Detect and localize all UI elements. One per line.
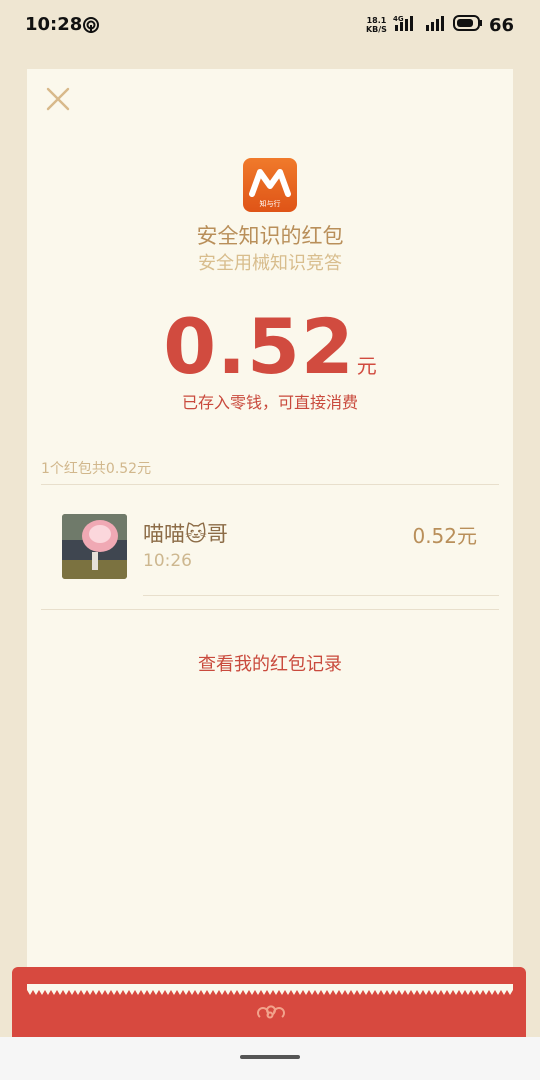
signal-icon-2	[425, 14, 447, 36]
signal-icon: 4G	[393, 14, 419, 36]
packet-summary: 1个红包共0.52元	[41, 461, 152, 477]
view-history-link[interactable]: 查看我的红包记录	[0, 650, 540, 676]
amount-display: 0.52 元	[0, 302, 540, 391]
record-time: 10:26	[143, 551, 192, 571]
avatar[interactable]	[62, 514, 127, 579]
record-name: 喵喵🐱哥	[143, 522, 228, 546]
network-speed: 18.1 KB/S	[365, 16, 387, 34]
amount-unit: 元	[356, 354, 377, 378]
amount-value: 0.52	[163, 302, 355, 391]
record-amount: 0.52元	[412, 524, 477, 548]
hotspot-icon	[82, 16, 100, 38]
close-button[interactable]	[45, 86, 71, 112]
battery-level: 66	[488, 14, 514, 36]
deposit-note: 已存入零钱，可直接消费	[181, 393, 358, 412]
battery-icon	[452, 14, 483, 36]
divider	[41, 484, 499, 485]
cloud-emblem-icon	[254, 1003, 286, 1027]
divider	[41, 609, 499, 610]
home-indicator[interactable]	[240, 1055, 300, 1059]
status-bar: 10:28 18.1 KB/S 4G 66	[0, 0, 540, 42]
status-time: 10:28	[25, 14, 83, 35]
sender-logo: 知与行	[243, 158, 297, 212]
card-scalloped-edge	[27, 984, 513, 995]
svg-text:知与行: 知与行	[260, 199, 281, 208]
status-right: 18.1 KB/S 4G 66	[366, 14, 514, 36]
divider	[143, 595, 499, 596]
packet-title: 安全知识的红包	[196, 224, 344, 248]
packet-subtitle: 安全用械知识竞答	[198, 253, 342, 274]
close-icon	[46, 87, 70, 111]
svg-text:4G: 4G	[393, 15, 404, 23]
